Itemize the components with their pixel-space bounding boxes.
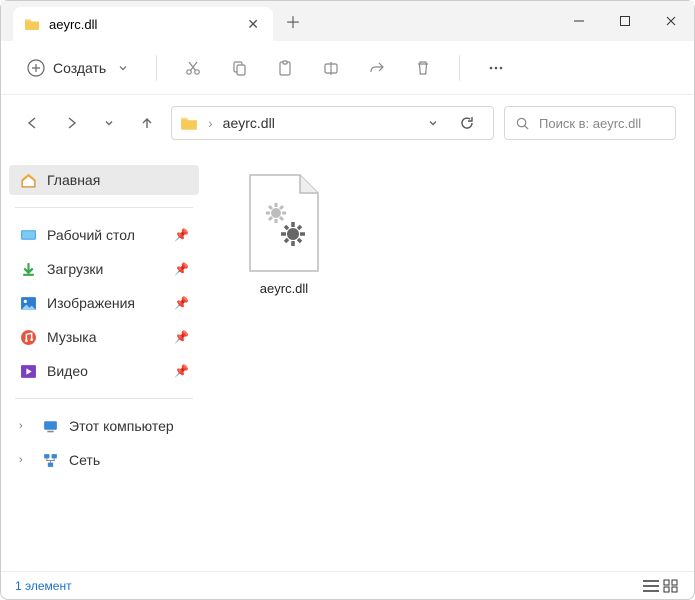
folder-icon bbox=[23, 15, 41, 33]
paste-button[interactable] bbox=[265, 50, 305, 86]
sidebar-item-label: Загрузки bbox=[47, 261, 103, 277]
minimize-button[interactable] bbox=[556, 1, 602, 41]
file-label: aeyrc.dll bbox=[260, 281, 308, 296]
sidebar-item-this-pc[interactable]: › Этот компьютер bbox=[9, 411, 199, 441]
more-button[interactable] bbox=[476, 50, 516, 86]
tab-label: aeyrc.dll bbox=[49, 17, 97, 32]
recent-button[interactable] bbox=[95, 109, 123, 137]
refresh-button[interactable] bbox=[449, 106, 485, 140]
address-bar[interactable]: › aeyrc.dll bbox=[171, 106, 494, 140]
rename-button[interactable] bbox=[311, 50, 351, 86]
computer-icon bbox=[41, 417, 59, 435]
desktop-icon bbox=[19, 226, 37, 244]
separator bbox=[156, 55, 157, 81]
sidebar-item-label: Видео bbox=[47, 363, 88, 379]
pin-icon[interactable]: 📌 bbox=[174, 228, 189, 242]
file-item[interactable]: aeyrc.dll bbox=[229, 173, 339, 296]
sidebar-item-pictures[interactable]: Изображения 📌 bbox=[9, 288, 199, 318]
folder-icon bbox=[180, 114, 198, 132]
create-button[interactable]: Создать bbox=[19, 55, 140, 81]
body: Главная Рабочий стол 📌 Загрузки 📌 Изобра… bbox=[1, 151, 694, 571]
separator bbox=[15, 398, 193, 399]
sidebar-item-network[interactable]: › Сеть bbox=[9, 445, 199, 475]
delete-button[interactable] bbox=[403, 50, 443, 86]
forward-button[interactable] bbox=[57, 109, 85, 137]
titlebar: aeyrc.dll ✕ ＋ bbox=[1, 1, 694, 41]
sidebar-item-desktop[interactable]: Рабочий стол 📌 bbox=[9, 220, 199, 250]
search-placeholder: Поиск в: aeyrc.dll bbox=[539, 116, 641, 131]
navigation-row: › aeyrc.dll Поиск в: aeyrc.dll bbox=[1, 95, 694, 151]
item-count: 1 элемент bbox=[15, 579, 72, 593]
music-icon bbox=[19, 328, 37, 346]
plus-circle-icon bbox=[27, 59, 45, 77]
pin-icon[interactable]: 📌 bbox=[174, 364, 189, 378]
downloads-icon bbox=[19, 260, 37, 278]
close-button[interactable] bbox=[648, 1, 694, 41]
chevron-right-icon[interactable]: › bbox=[19, 420, 31, 432]
sidebar-item-home[interactable]: Главная bbox=[9, 165, 199, 195]
pin-icon[interactable]: 📌 bbox=[174, 262, 189, 276]
chevron-down-icon bbox=[114, 59, 132, 77]
separator bbox=[15, 207, 193, 208]
create-label: Создать bbox=[53, 60, 106, 76]
sidebar-item-label: Главная bbox=[47, 172, 100, 188]
maximize-button[interactable] bbox=[602, 1, 648, 41]
back-button[interactable] bbox=[19, 109, 47, 137]
sidebar: Главная Рабочий стол 📌 Загрузки 📌 Изобра… bbox=[1, 151, 207, 571]
search-icon bbox=[513, 114, 531, 132]
tab-current[interactable]: aeyrc.dll ✕ bbox=[13, 7, 273, 41]
chevron-down-icon[interactable] bbox=[427, 117, 439, 129]
home-icon bbox=[19, 171, 37, 189]
sidebar-item-label: Сеть bbox=[69, 452, 100, 468]
sidebar-item-label: Изображения bbox=[47, 295, 135, 311]
tab-close-button[interactable]: ✕ bbox=[243, 16, 263, 33]
content-area[interactable]: aeyrc.dll bbox=[207, 151, 694, 571]
sidebar-item-downloads[interactable]: Загрузки 📌 bbox=[9, 254, 199, 284]
toolbar: Создать bbox=[1, 41, 694, 95]
chevron-right-icon[interactable]: › bbox=[19, 454, 31, 466]
view-icons-button[interactable] bbox=[662, 579, 680, 593]
pictures-icon bbox=[19, 294, 37, 312]
share-button[interactable] bbox=[357, 50, 397, 86]
network-icon bbox=[41, 451, 59, 469]
separator bbox=[459, 55, 460, 81]
copy-button[interactable] bbox=[219, 50, 259, 86]
up-button[interactable] bbox=[133, 109, 161, 137]
sidebar-item-videos[interactable]: Видео 📌 bbox=[9, 356, 199, 386]
status-bar: 1 элемент bbox=[1, 571, 694, 599]
breadcrumb-separator: › bbox=[208, 115, 213, 131]
pin-icon[interactable]: 📌 bbox=[174, 330, 189, 344]
dll-file-icon bbox=[242, 173, 326, 273]
pin-icon[interactable]: 📌 bbox=[174, 296, 189, 310]
view-details-button[interactable] bbox=[642, 579, 660, 593]
videos-icon bbox=[19, 362, 37, 380]
sidebar-item-label: Этот компьютер bbox=[69, 418, 174, 434]
sidebar-item-label: Музыка bbox=[47, 329, 97, 345]
window-controls bbox=[556, 1, 694, 41]
search-input[interactable]: Поиск в: aeyrc.dll bbox=[504, 106, 676, 140]
cut-button[interactable] bbox=[173, 50, 213, 86]
sidebar-item-music[interactable]: Музыка 📌 bbox=[9, 322, 199, 352]
sidebar-item-label: Рабочий стол bbox=[47, 227, 135, 243]
new-tab-button[interactable]: ＋ bbox=[273, 1, 313, 41]
breadcrumb-current[interactable]: aeyrc.dll bbox=[223, 115, 275, 131]
